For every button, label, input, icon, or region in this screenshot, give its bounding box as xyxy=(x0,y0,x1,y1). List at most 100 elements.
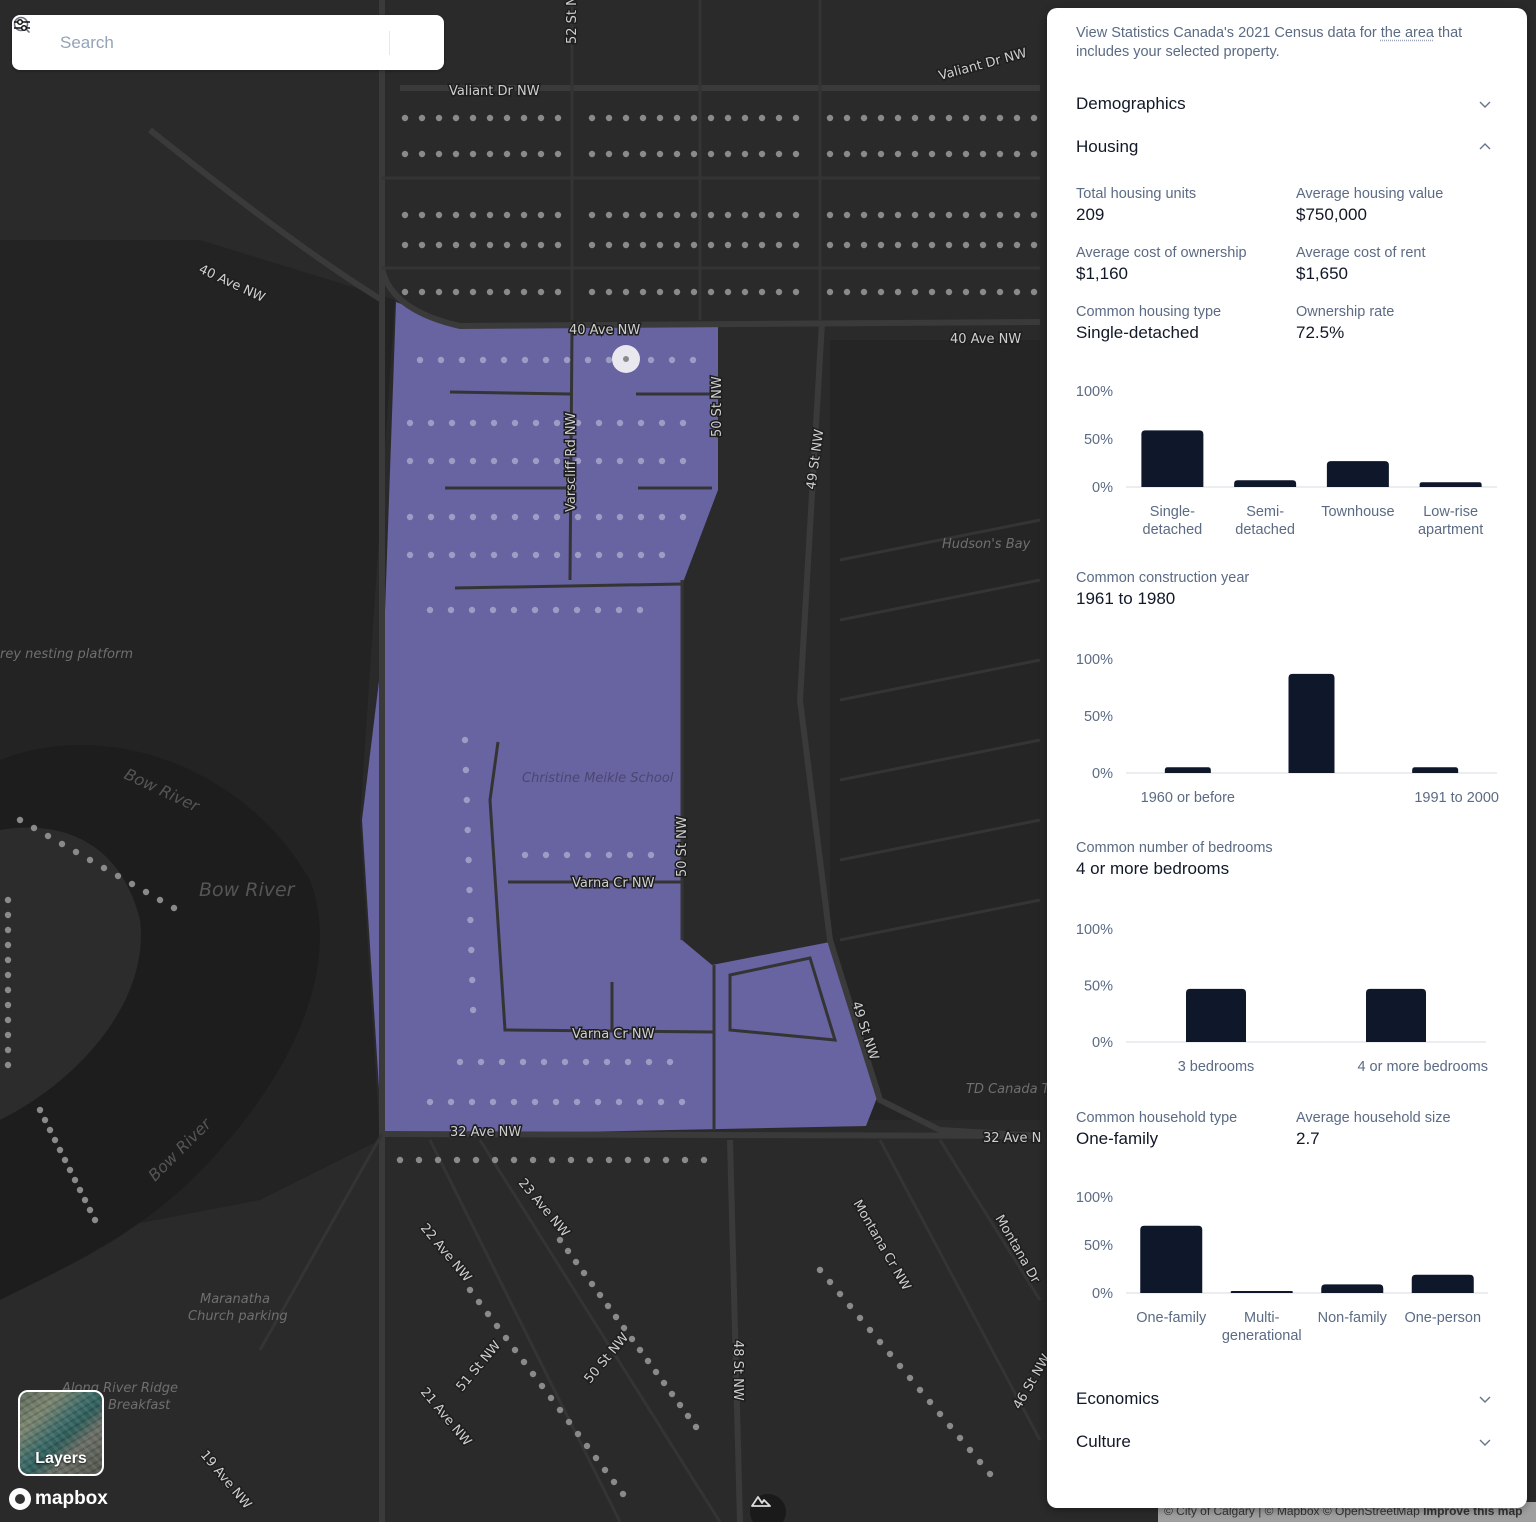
house-dot xyxy=(466,1286,474,1294)
house-dot xyxy=(843,150,851,158)
house-dot xyxy=(547,1394,555,1402)
chart-bar[interactable] xyxy=(1366,988,1426,1042)
house-dot xyxy=(1013,150,1021,158)
x-category-label: 4 or more bedrooms xyxy=(1357,1059,1488,1075)
chart-bar[interactable] xyxy=(1321,1284,1384,1293)
chart-bar[interactable] xyxy=(1326,461,1389,487)
accordion-economics[interactable]: Economics xyxy=(1076,1377,1497,1420)
x-category-label: 3 bedrooms xyxy=(1178,1059,1255,1075)
chart-bar[interactable] xyxy=(1412,767,1459,773)
house-dot xyxy=(605,114,613,122)
house-dot xyxy=(605,1156,613,1164)
house-dot xyxy=(996,211,1004,219)
house-dot xyxy=(945,150,953,158)
area-link[interactable]: the area xyxy=(1381,25,1434,41)
house-dot xyxy=(469,1006,477,1014)
stat-label: Common number of bedrooms xyxy=(1076,840,1273,856)
mountain-nav-button[interactable] xyxy=(750,1494,786,1522)
house-dot xyxy=(928,241,936,249)
house-dot xyxy=(826,150,834,158)
house-dot xyxy=(435,288,443,296)
house-dot xyxy=(639,114,647,122)
house-dot xyxy=(945,288,953,296)
house-dot xyxy=(462,766,470,774)
accordion: Demographics Housing Total housing units… xyxy=(1076,82,1499,1463)
house-dot xyxy=(860,211,868,219)
chart-bar[interactable] xyxy=(1234,480,1297,487)
house-dot xyxy=(520,211,528,219)
house-dot xyxy=(678,1098,686,1106)
accordion-demographics[interactable]: Demographics xyxy=(1076,82,1497,125)
house-dot xyxy=(605,356,613,364)
house-dot xyxy=(469,551,477,559)
mapbox-logo[interactable]: mapbox xyxy=(9,1488,108,1510)
house-dot xyxy=(469,457,477,465)
house-dot xyxy=(458,356,466,364)
census-panel[interactable]: View Statistics Canada's 2021 Census dat… xyxy=(1047,8,1527,1508)
house-dot xyxy=(639,288,647,296)
house-dot xyxy=(86,856,94,864)
house-dot xyxy=(406,419,414,427)
chart-bar[interactable] xyxy=(1140,1225,1203,1293)
house-dot xyxy=(503,114,511,122)
house-dot xyxy=(639,150,647,158)
house-dot xyxy=(896,1362,904,1370)
house-dot xyxy=(622,241,630,249)
layers-button[interactable]: Layers xyxy=(18,1390,104,1476)
house-dot xyxy=(962,288,970,296)
house-dot xyxy=(945,211,953,219)
house-dot xyxy=(573,1098,581,1106)
house-dot xyxy=(567,1156,575,1164)
chart-bar[interactable] xyxy=(1230,1291,1293,1293)
house-dot xyxy=(418,288,426,296)
house-dot xyxy=(500,356,508,364)
house-dot xyxy=(452,211,460,219)
house-dot xyxy=(866,1326,874,1334)
house-dot xyxy=(657,1098,665,1106)
house-dot xyxy=(860,114,868,122)
house-dot xyxy=(486,288,494,296)
house-dot xyxy=(619,1490,627,1498)
house-dot xyxy=(477,1058,485,1066)
search-input[interactable] xyxy=(60,32,385,53)
chart-bar[interactable] xyxy=(1164,767,1211,773)
house-dot xyxy=(520,114,528,122)
house-dot xyxy=(561,1058,569,1066)
chart-bar[interactable] xyxy=(1411,1274,1474,1293)
house-dot xyxy=(532,513,540,521)
house-dot xyxy=(979,241,987,249)
house-dot xyxy=(758,114,766,122)
map-label-varscliff-rd: Varscliff Rd NW xyxy=(564,412,579,512)
map-label-varna-cr: Varna Cr NW xyxy=(572,1027,655,1042)
house-dot xyxy=(656,241,664,249)
house-dot xyxy=(453,1156,461,1164)
house-dot xyxy=(532,457,540,465)
house-dot xyxy=(826,288,834,296)
house-dot xyxy=(396,1156,404,1164)
chart-bar[interactable] xyxy=(1141,430,1204,487)
house-dot xyxy=(707,114,715,122)
chevron-up-icon xyxy=(1479,142,1491,149)
house-dot xyxy=(690,241,698,249)
house-dot xyxy=(36,1106,44,1114)
chart-bar[interactable] xyxy=(1419,482,1482,487)
filter-button[interactable] xyxy=(14,15,444,70)
house-dot xyxy=(520,1358,528,1366)
house-dot xyxy=(538,1382,546,1390)
chart-bar[interactable] xyxy=(1288,673,1335,773)
house-dot xyxy=(427,457,435,465)
chart-bar[interactable] xyxy=(1186,988,1246,1042)
accordion-housing[interactable]: Housing xyxy=(1076,125,1497,168)
house-dot xyxy=(468,606,476,614)
house-dot xyxy=(456,1058,464,1066)
house-dot xyxy=(637,419,645,427)
house-dot xyxy=(658,551,666,559)
house-dot xyxy=(626,851,634,859)
house-dot xyxy=(76,1186,84,1194)
house-dot xyxy=(510,606,518,614)
stat-value: One-family xyxy=(1076,1129,1159,1148)
house-dot xyxy=(91,1216,99,1224)
house-dot xyxy=(502,1334,510,1342)
house-dot xyxy=(511,551,519,559)
accordion-culture[interactable]: Culture xyxy=(1076,1420,1497,1463)
